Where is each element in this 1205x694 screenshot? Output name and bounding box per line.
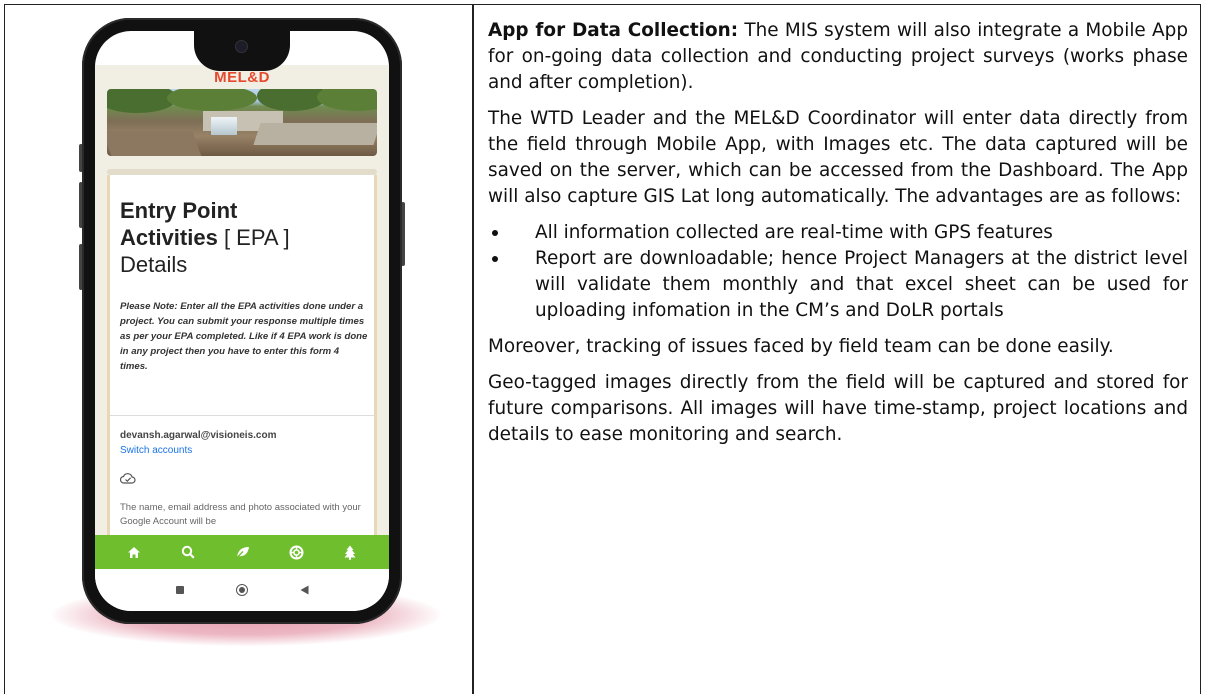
form-note: Please Note: Enter all the EPA activitie… (120, 301, 368, 372)
search-icon[interactable] (178, 542, 198, 562)
lifebuoy-icon[interactable] (286, 542, 306, 562)
home-button-icon[interactable] (235, 584, 248, 596)
recent-apps-icon[interactable] (175, 586, 184, 594)
list-item: All information collected are real-time … (488, 220, 1188, 246)
title-line-3: Details (120, 252, 188, 277)
title-line-1: Entry Point (120, 198, 238, 223)
app-logo: MEL&D (214, 69, 270, 86)
phone-screen: MEL&D Entry Point Activities [ EPA ] Det… (95, 31, 389, 611)
home-icon[interactable] (124, 542, 144, 562)
switch-accounts-link[interactable]: Switch accounts (120, 445, 192, 456)
phone-mockup: MEL&D Entry Point Activities [ EPA ] Det… (82, 18, 402, 624)
tree-icon[interactable] (340, 542, 360, 562)
system-nav-bar (95, 569, 389, 611)
app-bottom-nav (95, 535, 389, 569)
form-card: Entry Point Activities [ EPA ] Details P… (107, 175, 377, 575)
app-banner-image (107, 89, 377, 156)
form-title: Entry Point Activities [ EPA ] Details (120, 197, 370, 278)
phone-notch (194, 31, 290, 71)
advantages-list: All information collected are real-time … (488, 220, 1188, 324)
account-email: devansh.agarwal@visioneis.com (120, 430, 277, 441)
leaf-icon[interactable] (232, 542, 252, 562)
list-item: Report are downloadable; hence Project M… (488, 246, 1188, 324)
paragraph-geo-tagging: Geo-tagged images directly from the fiel… (488, 372, 1188, 445)
title-line-2: Activities (120, 225, 218, 250)
intro-paragraph: App for Data Collection: The MIS system … (488, 18, 1188, 96)
back-icon[interactable] (300, 585, 309, 595)
column-divider (472, 4, 474, 694)
account-info-text: The name, email address and photo associ… (120, 502, 361, 527)
description-text: App for Data Collection: The MIS system … (488, 18, 1188, 458)
card-separator (110, 415, 374, 416)
section-title: App for Data Collection: (488, 20, 739, 41)
title-abbrev: [ EPA ] (217, 225, 290, 250)
paragraph-data-entry: The WTD Leader and the MEL&D Coordinator… (488, 108, 1188, 207)
paragraph-issue-tracking: Moreover, tracking of issues faced by fi… (488, 336, 1114, 357)
camera-icon (236, 41, 247, 52)
cloud-check-icon (120, 473, 136, 484)
